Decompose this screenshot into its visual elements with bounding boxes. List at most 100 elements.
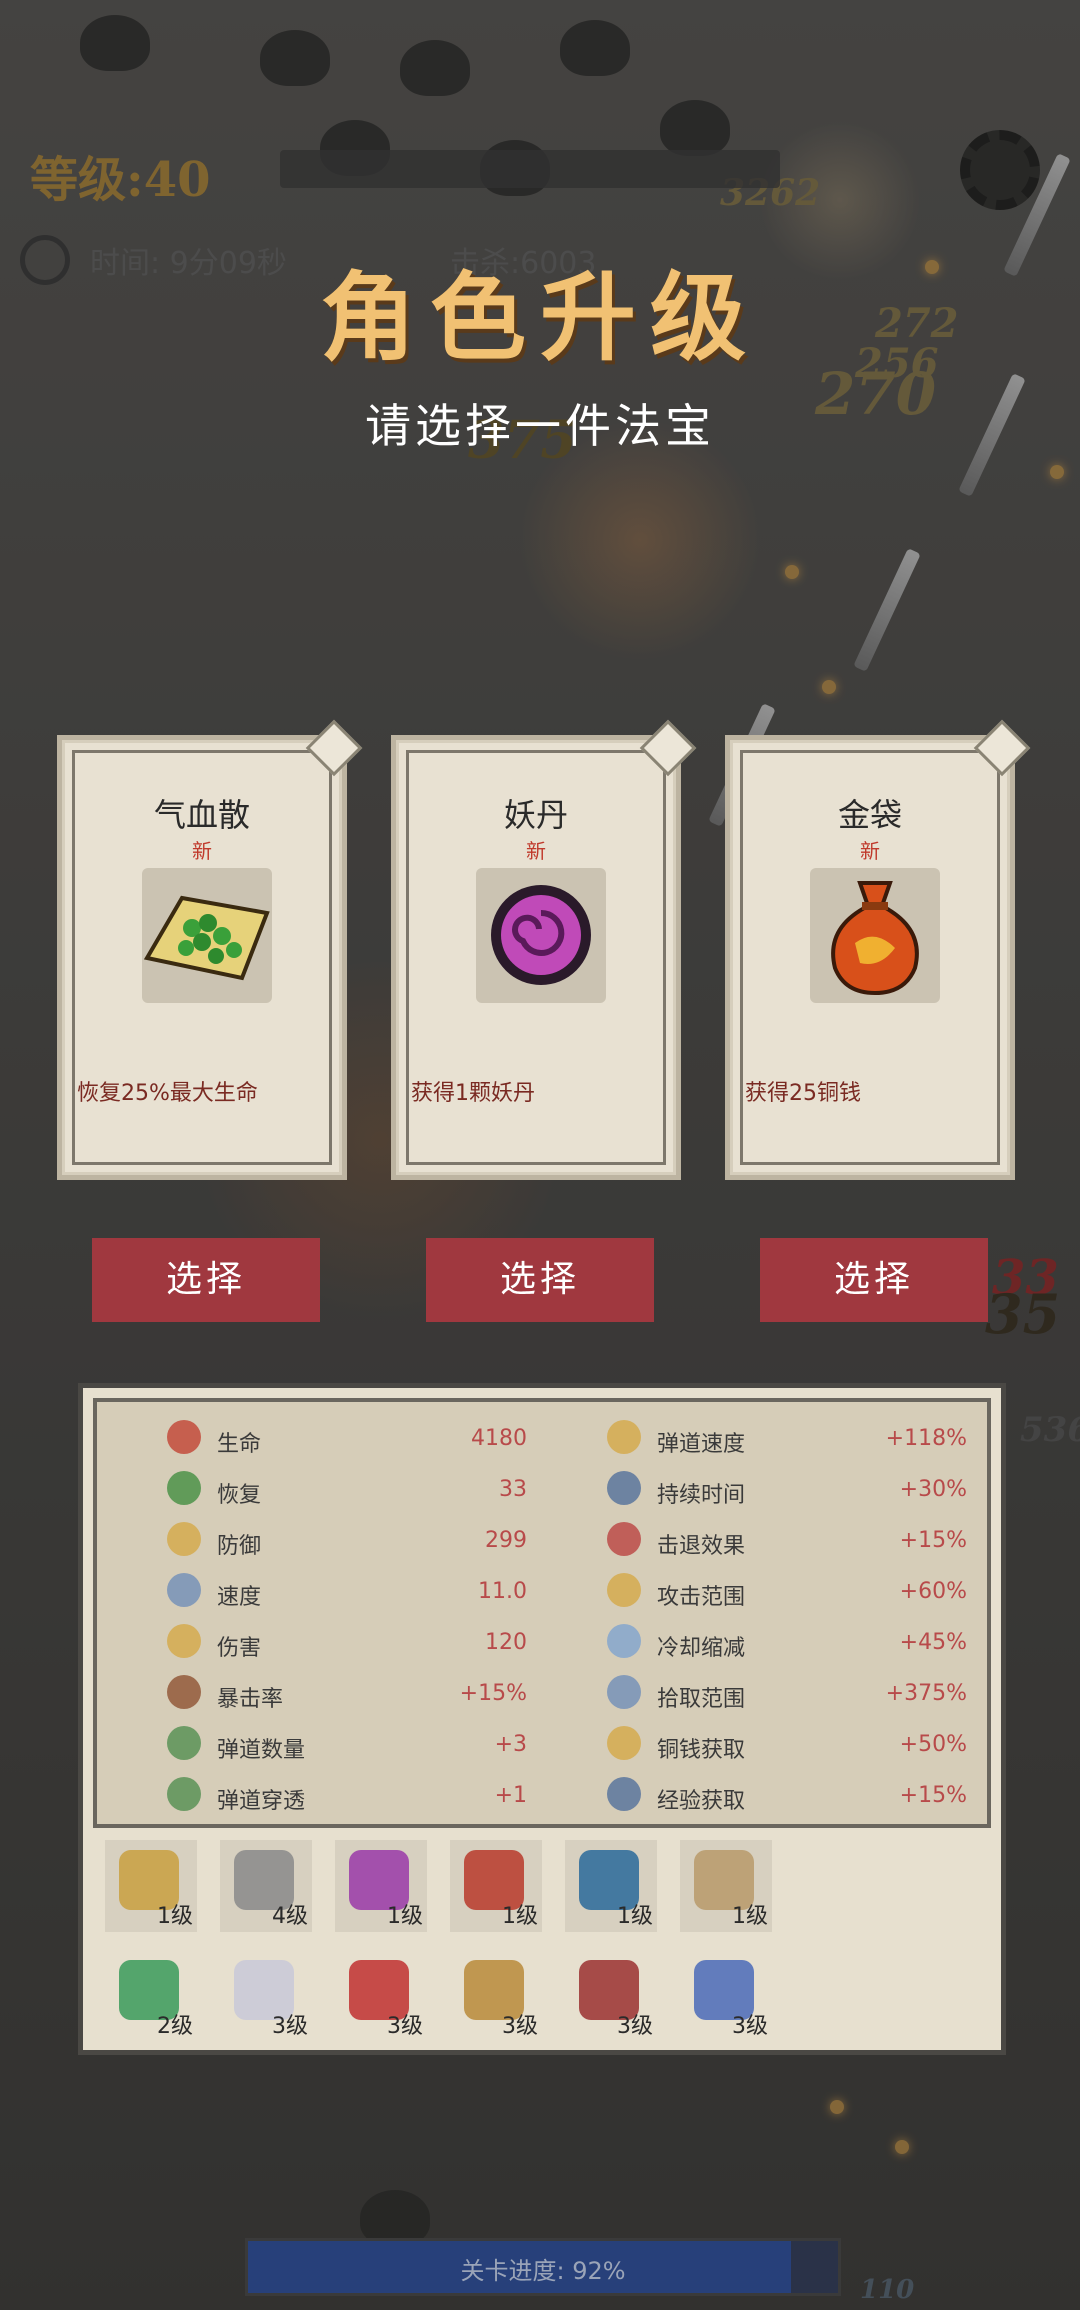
weapon-slot: 4级: [220, 1840, 312, 1932]
slot-level: 2级: [157, 2014, 193, 2039]
stat-label: 防御: [217, 1534, 262, 1559]
select-button[interactable]: 选择: [760, 1238, 988, 1322]
shuriken-icon: [167, 1675, 201, 1709]
stat-label: 拾取范围: [657, 1687, 746, 1712]
stat-value: +30%: [899, 1477, 967, 1502]
hourglass-icon: [607, 1471, 641, 1505]
stage-progress-value: 92%: [572, 2257, 626, 2285]
item-card-qixuesan[interactable]: 气血散 新 恢复25%最大生命: [57, 719, 363, 1180]
demon-core-icon: [476, 868, 606, 1003]
weapon-slot: 1级: [105, 1840, 197, 1932]
stat-row: 弹道数量 +3: [167, 1726, 607, 1766]
slot-level: 3级: [387, 2014, 423, 2039]
stat-row: 恢复 33: [167, 1471, 607, 1511]
stat-row: 铜钱获取 +50%: [607, 1726, 1047, 1766]
arrows-icon: [167, 1726, 201, 1760]
stat-row: 击退效果 +15%: [607, 1522, 1047, 1562]
weapon-slot: 1级: [450, 1840, 542, 1932]
stat-value: +1: [494, 1783, 527, 1808]
shield-buddha-icon: [167, 1522, 201, 1556]
stat-row: 速度 11.0: [167, 1573, 607, 1613]
coins-icon: [607, 1726, 641, 1760]
stat-value: +45%: [899, 1630, 967, 1655]
passive-slot: 3级: [335, 1950, 427, 2042]
card-title: 气血散: [153, 796, 250, 834]
card-description: 获得25铜钱: [745, 1081, 861, 1106]
slot-level: 3级: [502, 2014, 538, 2039]
select-button[interactable]: 选择: [92, 1238, 320, 1322]
stat-value: +60%: [899, 1579, 967, 1604]
magnet-hand-icon: [607, 1675, 641, 1709]
stat-value: +15%: [899, 1528, 967, 1553]
card-title: 金袋: [837, 796, 902, 834]
stat-label: 弹道穿透: [217, 1789, 306, 1814]
stat-value: 299: [485, 1528, 527, 1553]
slot-level: 1级: [157, 1904, 193, 1929]
slot-level: 1级: [732, 1904, 768, 1929]
stat-label: 伤害: [217, 1636, 262, 1661]
stat-label: 生命: [217, 1432, 262, 1457]
slot-level: 3级: [617, 2014, 653, 2039]
card-description: 恢复25%最大生命: [77, 1081, 258, 1106]
new-badge: 新: [192, 839, 212, 863]
stat-row: 伤害 120: [167, 1624, 607, 1664]
stat-value: +50%: [899, 1732, 967, 1757]
fist-icon: [167, 1624, 201, 1658]
stage-progress-label: 关卡进度:: [460, 2257, 565, 2285]
passive-slot: 2级: [105, 1950, 197, 2042]
wind-icon: [167, 1573, 201, 1607]
stat-value: 4180: [471, 1426, 527, 1451]
stat-label: 恢复: [217, 1483, 262, 1508]
select-button[interactable]: 选择: [426, 1238, 654, 1322]
stat-value: +375%: [885, 1681, 967, 1706]
comet-icon: [607, 1420, 641, 1454]
stat-value: +118%: [885, 1426, 967, 1451]
stats-panel: 生命 4180 恢复 33 防御 299 速度 11.0 伤害 120 暴击率 +15% 弹道数量 +3 弹…: [78, 1383, 1006, 2055]
passive-slot: 3级: [450, 1950, 542, 2042]
slot-level: 1级: [617, 1904, 653, 1929]
herb-pile-icon: [142, 868, 272, 1003]
stat-row: 经验获取 +15%: [607, 1777, 1047, 1817]
stat-value: +3: [494, 1732, 527, 1757]
new-badge: 新: [526, 839, 546, 863]
stat-row: 攻击范围 +60%: [607, 1573, 1047, 1613]
stat-row: 拾取范围 +375%: [607, 1675, 1047, 1715]
punch-icon: [607, 1522, 641, 1556]
stage-progress-text: 关卡进度: 92%: [248, 2251, 838, 2286]
pierce-icon: [167, 1777, 201, 1811]
heal-cross-icon: [167, 1471, 201, 1505]
stat-label: 弹道数量: [217, 1738, 306, 1763]
passive-slot: 3级: [565, 1950, 657, 2042]
stat-value: +15%: [899, 1783, 967, 1808]
stat-value: +15%: [459, 1681, 527, 1706]
slot-level: 3级: [272, 2014, 308, 2039]
stat-row: 冷却缩减 +45%: [607, 1624, 1047, 1664]
heart-icon: [167, 1420, 201, 1454]
stat-row: 弹道穿透 +1: [167, 1777, 607, 1817]
stat-row: 防御 299: [167, 1522, 607, 1562]
item-card-jindai[interactable]: 金袋 新 获得25铜钱: [725, 719, 1031, 1180]
passive-slot: 3级: [680, 1950, 772, 2042]
stat-value: 120: [485, 1630, 527, 1655]
stat-label: 击退效果: [657, 1534, 746, 1559]
card-title: 妖丹: [503, 796, 568, 834]
slot-level: 3级: [732, 2014, 768, 2039]
stat-label: 暴击率: [217, 1687, 284, 1712]
stat-label: 弹道速度: [657, 1432, 746, 1457]
target-icon: [607, 1573, 641, 1607]
level-up-subtitle: 请选择一件法宝: [365, 399, 715, 453]
card-description: 获得1颗妖丹: [411, 1081, 535, 1106]
stat-label: 攻击范围: [657, 1585, 746, 1610]
weapon-slot: 1级: [565, 1840, 657, 1932]
slot-level: 1级: [387, 1904, 423, 1929]
stat-row: 弹道速度 +118%: [607, 1420, 1047, 1460]
stat-label: 经验获取: [657, 1789, 746, 1814]
stat-row: 生命 4180: [167, 1420, 607, 1460]
stat-label: 冷却缩减: [657, 1636, 746, 1661]
stage-progress-bar: 关卡进度: 92%: [245, 2238, 841, 2296]
weapon-slot: 1级: [335, 1840, 427, 1932]
scroll-icon: [607, 1777, 641, 1811]
stat-label: 持续时间: [657, 1483, 746, 1508]
money-bag-icon: [810, 868, 940, 1003]
item-card-yaodan[interactable]: 妖丹 新 获得1颗妖丹: [391, 719, 697, 1180]
